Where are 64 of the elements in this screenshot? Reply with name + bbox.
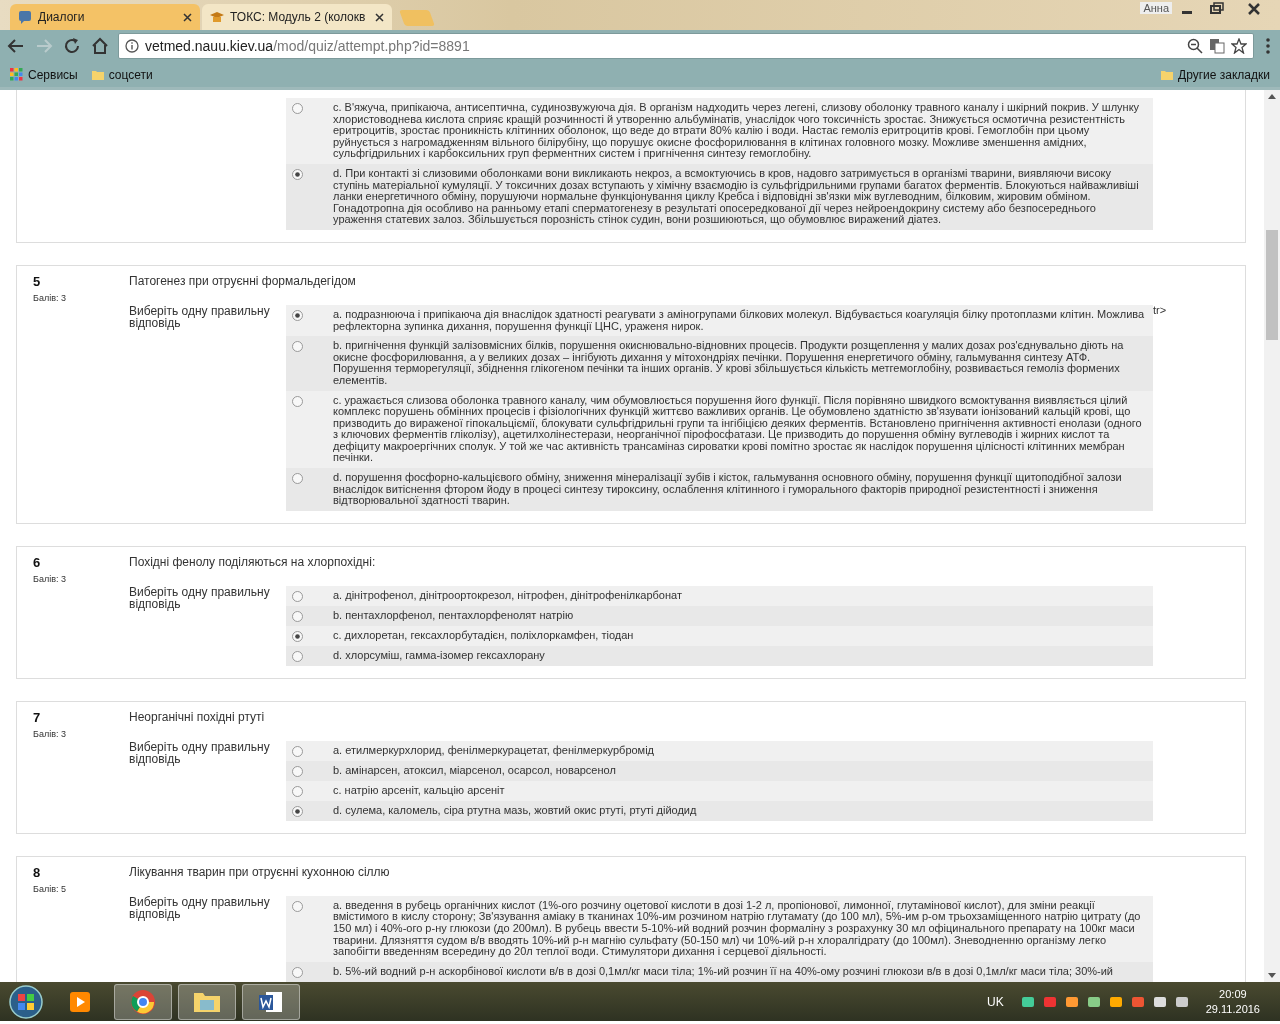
play-icon [68,989,92,1014]
question-number: 7 [33,709,42,725]
radio-button[interactable] [292,168,303,180]
close-icon[interactable] [183,12,192,22]
chat-icon [18,10,32,24]
question-number: 6 [33,554,42,570]
taskbar-app-button[interactable] [178,983,236,1020]
scroll-up-icon[interactable] [1268,94,1276,99]
answer-prompt: Виберіть одну правильну відповідь [129,894,270,921]
browser-tab[interactable]: ТОКС: Модуль 2 (колокв [202,4,392,30]
radio-button[interactable] [292,103,303,114]
question-number: 5 [33,273,42,289]
question-text: Похідні фенолу поділяються на хлорпохідні: [129,554,377,569]
radio-button[interactable] [292,805,303,817]
radio-button[interactable] [292,650,303,662]
scroll-down-icon[interactable] [1268,973,1276,978]
bookmark-link[interactable]: соцсети [108,67,153,82]
radio-button[interactable] [292,473,303,485]
question-number: 8 [33,864,42,880]
radio-button[interactable] [292,341,303,353]
info-icon[interactable] [125,39,139,53]
scroll-thumb[interactable] [1266,230,1278,340]
address-bar[interactable]: vetmed.nauu.kiev.ua/mod/quiz/attempt.php?id=8891 [118,33,1254,59]
radio-button[interactable] [292,610,303,622]
clock[interactable]: 20:09 29.11.2016 [1205,986,1260,1017]
question-grade: Балів: 3 [33,573,67,584]
answer-prompt: Виберіть одну правильну відповідь [129,584,270,611]
folder-icon [91,68,104,81]
home-icon[interactable] [90,36,110,56]
radio-button[interactable] [292,765,303,777]
stray-markup-text: tr> [1153,303,1167,316]
question-grade: Балів: 3 [33,728,67,739]
apps-grid-icon [10,68,23,81]
zoom-out-icon[interactable] [1187,38,1203,54]
radio-button[interactable] [292,590,303,602]
start-button[interactable] [6,983,46,1020]
taskbar-app-button[interactable] [242,983,300,1020]
bookmark-link[interactable]: Другие закладки [1178,67,1270,82]
scrollbar[interactable] [1264,90,1280,982]
browser-icon [130,988,156,1015]
keyboard-language[interactable]: UK [987,994,1004,1009]
reload-icon[interactable] [62,36,82,56]
radio-button[interactable] [292,745,303,757]
taskbar-app-button[interactable] [114,983,172,1020]
question-text: Неорганічні похідні ртуті [129,709,266,724]
radio-button[interactable] [292,785,303,797]
radio-button[interactable] [292,309,303,321]
radio-button[interactable] [292,900,303,912]
answer-prompt: Виберіть одну правильну відповідь [129,303,270,330]
bookmark-link[interactable]: Сервисы [28,67,78,82]
profile-name[interactable]: Анна [1140,2,1172,14]
question-text: Патогенез при отруєнні формальдегідом [129,273,357,288]
question-grade: Балів: 3 [33,292,67,303]
browser-tab[interactable]: Диалоги [10,4,200,30]
radio-button[interactable] [292,630,303,642]
radio-button[interactable] [292,966,303,978]
close-icon[interactable] [375,12,384,22]
star-icon[interactable] [1231,38,1247,54]
translate-icon[interactable] [1209,38,1225,54]
answer-prompt: Виберіть одну правильну відповідь [129,739,270,766]
question-text: Лікування тварин при отруєнні кухонною сіллю [129,864,391,879]
radio-button[interactable] [292,395,303,407]
folder-icon [1161,68,1174,81]
question-grade: Балів: 5 [33,883,67,894]
